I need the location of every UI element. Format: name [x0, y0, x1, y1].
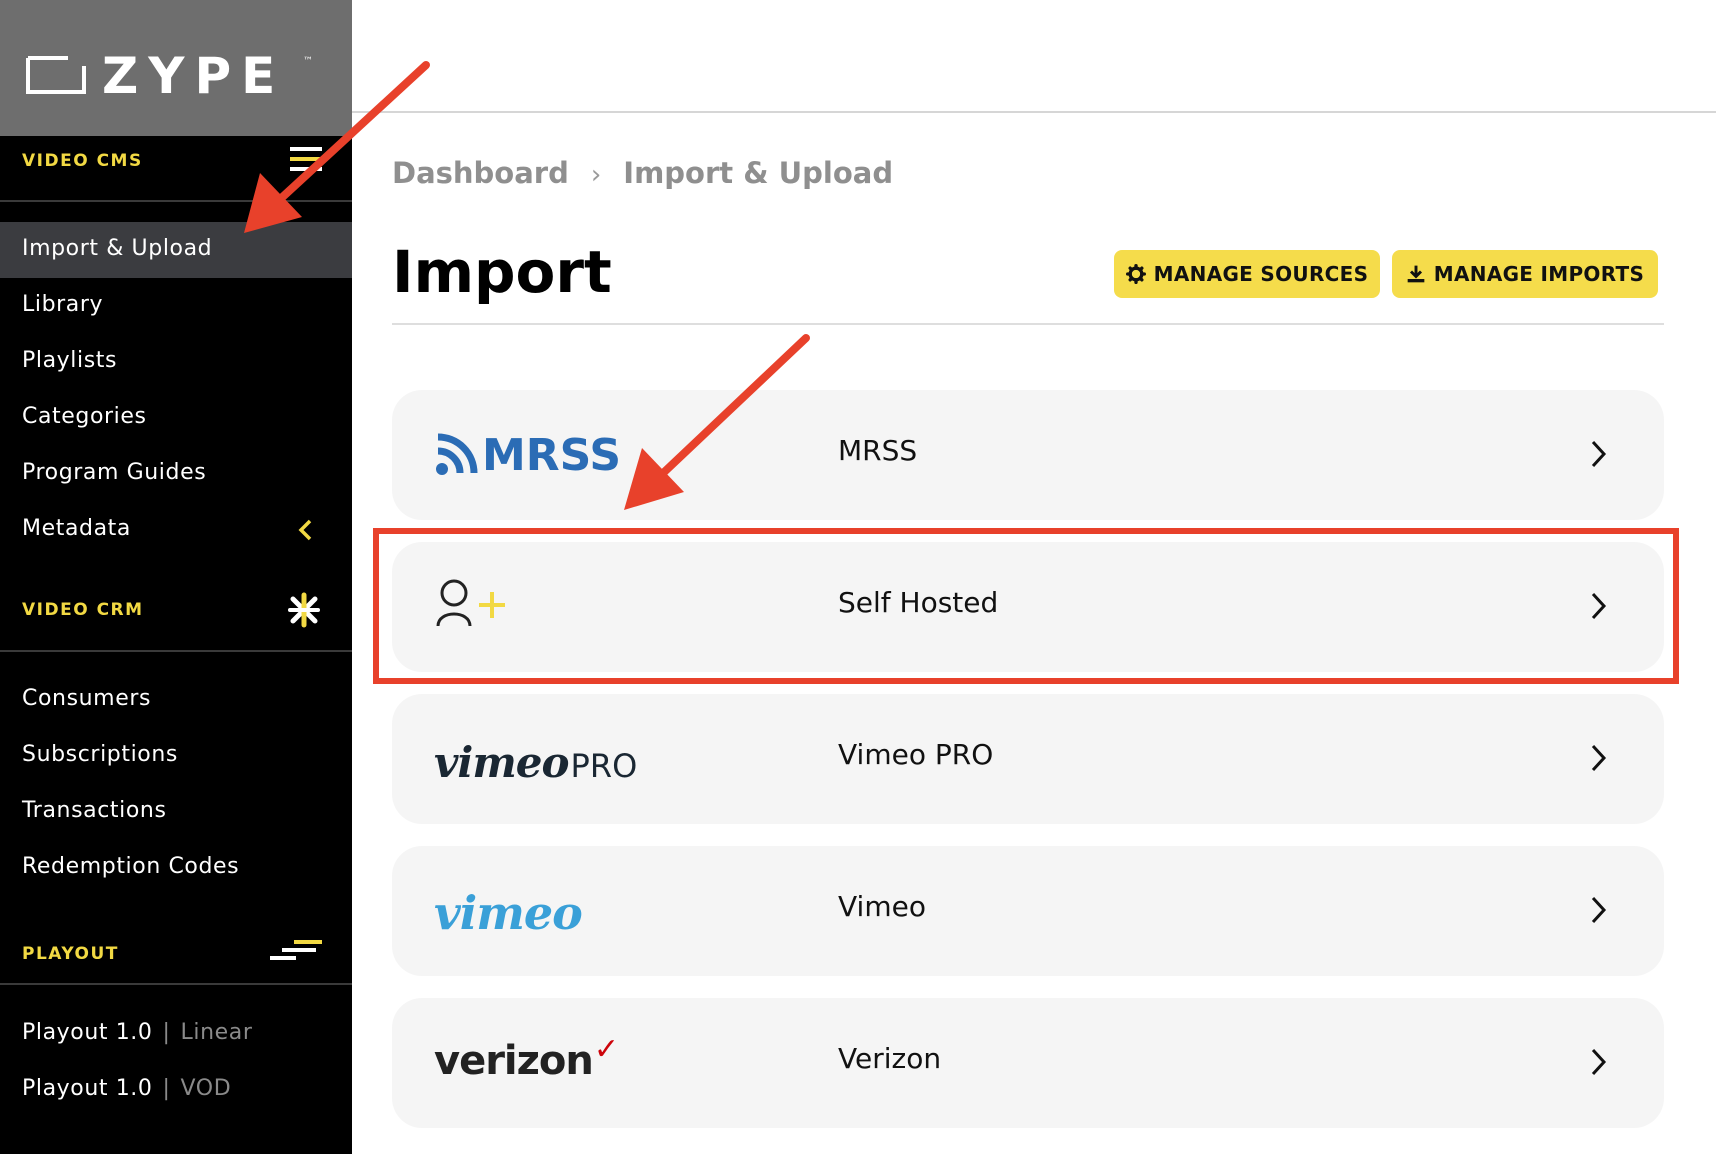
playout-sub-label: VOD	[180, 1076, 232, 1101]
sidebar-item-label: Transactions	[22, 798, 167, 823]
verizon-check-icon: ✓	[593, 1032, 620, 1067]
annotation-arrow-self-hosted	[624, 334, 810, 510]
playout-sub-label: Linear	[180, 1020, 253, 1045]
sidebar-item-library[interactable]: Library	[0, 278, 352, 334]
sidebar-item-label: Playout 1.0 | VOD	[22, 1076, 231, 1101]
sidebar-item-label: Redemption Codes	[22, 854, 240, 879]
annotation-arrow-sidebar	[244, 61, 430, 233]
sidebar-item-redemption-codes[interactable]: Redemption Codes	[0, 840, 352, 896]
vimeo-pro-logo-suffix: PRO	[570, 747, 638, 785]
vimeo-logo: vimeo	[434, 886, 583, 956]
verizon-logo-text: verizon	[434, 1038, 594, 1084]
manage-imports-button[interactable]: MANAGE IMPORTS	[1392, 250, 1658, 298]
sidebar-item-label: Program Guides	[22, 460, 207, 485]
sidebar-item-label: Playlists	[22, 348, 118, 373]
mrss-logo: MRSS	[434, 420, 621, 490]
playout-label: Playout 1.0	[22, 1076, 153, 1101]
chevron-right-icon	[1591, 744, 1607, 772]
sidebar-item-subscriptions[interactable]: Subscriptions	[0, 728, 352, 784]
mrss-logo-text: MRSS	[482, 429, 622, 481]
playout-separator: |	[162, 1076, 171, 1101]
sidebar-item-label: Subscriptions	[22, 742, 178, 767]
sidebar-item-categories[interactable]: Categories	[0, 390, 352, 446]
source-name: MRSS	[838, 434, 918, 467]
breadcrumb-separator: ›	[590, 160, 602, 190]
playout-label: Playout 1.0	[22, 1020, 153, 1045]
vimeo-logo-text: vimeo	[434, 886, 583, 940]
sidebar-divider	[0, 983, 352, 985]
manage-sources-label: MANAGE SOURCES	[1153, 262, 1369, 286]
vimeo-pro-logo: vimeo PRO	[434, 738, 637, 808]
sidebar-item-transactions[interactable]: Transactions	[0, 784, 352, 840]
chevron-left-icon	[298, 519, 312, 541]
source-card-verizon[interactable]: verizon ✓ Verizon	[392, 998, 1664, 1128]
sidebar-item-consumers[interactable]: Consumers	[0, 672, 352, 728]
sidebar-item-label: Playout 1.0 | Linear	[22, 1020, 253, 1045]
topbar-divider	[352, 111, 1716, 113]
section-title-video-cms: VIDEO CMS	[22, 151, 143, 171]
annotation-highlight-box	[373, 528, 1679, 684]
sparkle-icon[interactable]	[284, 590, 324, 630]
verizon-logo: verizon ✓	[434, 1032, 619, 1108]
sidebar-item-program-guides[interactable]: Program Guides	[0, 446, 352, 502]
source-name: Vimeo	[838, 890, 926, 923]
sidebar-item-playout-vod[interactable]: Playout 1.0 | VOD	[0, 1062, 352, 1118]
section-playout: PLAYOUT	[0, 934, 352, 974]
source-card-mrss[interactable]: MRSS MRSS	[392, 390, 1664, 520]
gear-icon	[1125, 264, 1146, 284]
manage-imports-label: MANAGE IMPORTS	[1433, 262, 1645, 286]
breadcrumb-import-upload[interactable]: Import & Upload	[623, 156, 893, 190]
sidebar-item-playlists[interactable]: Playlists	[0, 334, 352, 390]
vimeo-pro-logo-text: vimeo	[434, 738, 570, 787]
sidebar-item-label: Categories	[22, 404, 147, 429]
sidebar-item-label: Consumers	[22, 686, 152, 711]
download-icon	[1407, 265, 1425, 283]
section-title-video-crm: VIDEO CRM	[22, 600, 144, 620]
section-video-crm: VIDEO CRM	[0, 590, 352, 630]
rss-icon	[436, 433, 478, 475]
sidebar-item-label: Import & Upload	[22, 236, 213, 261]
source-name: Vimeo PRO	[838, 738, 994, 771]
sidebar-item-label: Metadata	[22, 516, 131, 541]
manage-sources-button[interactable]: MANAGE SOURCES	[1114, 250, 1380, 298]
chevron-right-icon	[1591, 1048, 1607, 1076]
sidebar-divider	[0, 650, 352, 652]
playout-separator: |	[162, 1020, 171, 1045]
chevron-right-icon	[1591, 440, 1607, 468]
title-divider	[392, 323, 1664, 325]
source-card-vimeo[interactable]: vimeo Vimeo	[392, 846, 1664, 976]
source-card-vimeo-pro[interactable]: vimeo PRO Vimeo PRO	[392, 694, 1664, 824]
sidebar-item-metadata[interactable]: Metadata	[0, 502, 352, 558]
chevron-right-icon	[1591, 896, 1607, 924]
breadcrumb: Dashboard › Import & Upload	[392, 156, 893, 190]
sidebar-item-playout-linear[interactable]: Playout 1.0 | Linear	[0, 1006, 352, 1062]
source-name: Verizon	[838, 1042, 942, 1075]
zype-logo-mark	[26, 56, 86, 94]
section-title-playout: PLAYOUT	[22, 944, 119, 964]
page-title: Import	[392, 238, 612, 306]
sidebar-item-label: Library	[22, 292, 104, 317]
lines-icon[interactable]	[268, 934, 324, 974]
